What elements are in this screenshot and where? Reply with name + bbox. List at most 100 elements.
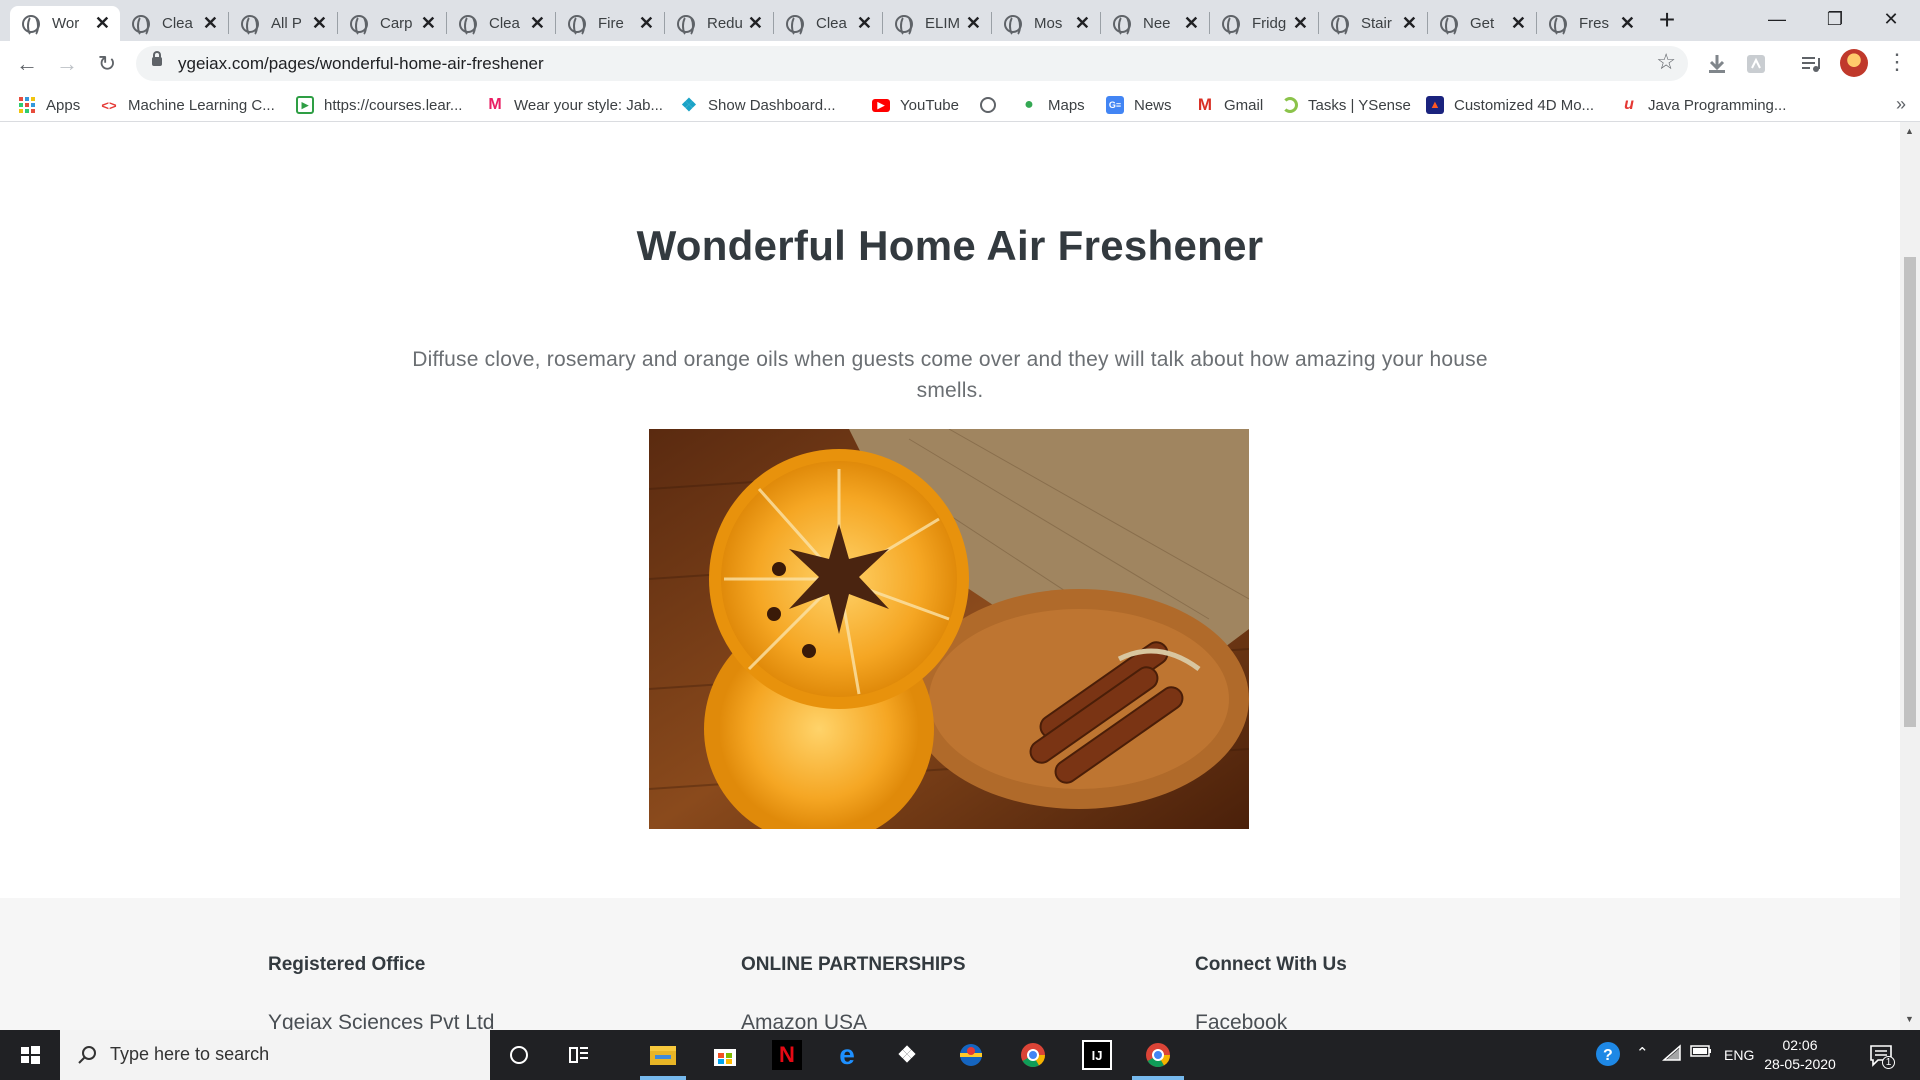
close-tab-icon[interactable]: ✕ bbox=[1511, 14, 1526, 32]
language-indicator[interactable]: ENG bbox=[1724, 1047, 1754, 1063]
close-tab-icon[interactable]: ✕ bbox=[966, 14, 981, 32]
tab-14[interactable]: Fres ✕ bbox=[1537, 6, 1645, 41]
tab-7[interactable]: Clea ✕ bbox=[774, 6, 882, 41]
intellij-icon[interactable]: IJ bbox=[1082, 1040, 1112, 1070]
app-icon[interactable] bbox=[956, 1040, 986, 1070]
clock-date: 28-05-2020 bbox=[1764, 1056, 1836, 1072]
close-tab-icon[interactable]: ✕ bbox=[857, 14, 872, 32]
bookmark-globe[interactable] bbox=[980, 95, 1006, 115]
profile-avatar[interactable] bbox=[1840, 49, 1868, 77]
bookmark-news[interactable]: G≡ News bbox=[1106, 95, 1172, 115]
page-scrollbar[interactable]: ▲ ▼ bbox=[1900, 122, 1920, 1030]
store-icon[interactable] bbox=[710, 1040, 740, 1070]
bookmark-label: Machine Learning C... bbox=[128, 96, 275, 114]
globe-icon bbox=[786, 14, 804, 37]
tab-label: Fire bbox=[598, 15, 624, 32]
tab-5[interactable]: Fire ✕ bbox=[556, 6, 664, 41]
footer-link-facebook[interactable]: Facebook bbox=[1195, 1011, 1287, 1030]
tab-8[interactable]: ELIM ✕ bbox=[883, 6, 991, 41]
close-tab-icon[interactable]: ✕ bbox=[1184, 14, 1199, 32]
youtube-icon: ▶ bbox=[872, 98, 890, 112]
extension-icon[interactable] bbox=[1745, 53, 1767, 75]
reload-button[interactable]: ↻ bbox=[92, 49, 122, 79]
close-tab-icon[interactable]: ✕ bbox=[95, 14, 110, 32]
browser-menu-icon[interactable]: ⋮ bbox=[1886, 47, 1908, 77]
bookmark-apps[interactable]: Apps bbox=[18, 95, 80, 115]
tab-12[interactable]: Stair ✕ bbox=[1319, 6, 1427, 41]
bookmark-java[interactable]: u Java Programming... bbox=[1620, 95, 1786, 115]
more-bookmarks-icon[interactable]: » bbox=[1896, 94, 1906, 115]
globe-icon bbox=[22, 14, 40, 37]
chrome-active-icon[interactable] bbox=[1143, 1040, 1173, 1070]
scroll-up-icon[interactable]: ▲ bbox=[1905, 126, 1914, 136]
news-icon: G≡ bbox=[1106, 96, 1124, 114]
page-title: Wonderful Home Air Freshener bbox=[636, 222, 1264, 269]
edge-icon[interactable]: e bbox=[832, 1039, 862, 1070]
tab-2[interactable]: All P ✕ bbox=[229, 6, 337, 41]
tab-10[interactable]: Nee ✕ bbox=[1101, 6, 1209, 41]
scroll-down-icon[interactable]: ▼ bbox=[1905, 1014, 1914, 1024]
new-tab-button[interactable]: + bbox=[1651, 6, 1683, 36]
bookmark-star-icon[interactable]: ☆ bbox=[1656, 49, 1676, 75]
close-tab-icon[interactable]: ✕ bbox=[421, 14, 436, 32]
cortana-icon[interactable] bbox=[504, 1040, 534, 1070]
help-tray-icon[interactable]: ? bbox=[1594, 1040, 1622, 1072]
back-button[interactable]: ← bbox=[12, 49, 42, 79]
tab-3[interactable]: Carp ✕ bbox=[338, 6, 446, 41]
dropbox-icon[interactable]: ❖ bbox=[892, 1040, 922, 1070]
taskbar-clock[interactable]: 02:06 28-05-2020 bbox=[1762, 1036, 1838, 1074]
bookmark-machine-learning[interactable]: <> Machine Learning C... bbox=[100, 95, 275, 115]
close-tab-icon[interactable]: ✕ bbox=[530, 14, 545, 32]
bookmark-label: Maps bbox=[1048, 96, 1085, 114]
bookmark-label: Apps bbox=[46, 96, 81, 114]
bookmark-youtube[interactable]: ▶ YouTube bbox=[872, 95, 959, 115]
bookmark-gmail[interactable]: M Gmail bbox=[1196, 95, 1263, 115]
tab-0[interactable]: Wor ✕ bbox=[10, 6, 120, 41]
minimize-button[interactable]: — bbox=[1748, 0, 1806, 40]
task-view-icon[interactable] bbox=[564, 1040, 594, 1070]
close-tab-icon[interactable]: ✕ bbox=[1620, 14, 1635, 32]
close-tab-icon[interactable]: ✕ bbox=[639, 14, 654, 32]
dashboard-icon: ❖ bbox=[680, 94, 698, 115]
bookmark-courses[interactable]: ▸ https://courses.lear... bbox=[296, 95, 462, 115]
close-window-button[interactable]: ✕ bbox=[1862, 0, 1920, 40]
close-tab-icon[interactable]: ✕ bbox=[1402, 14, 1417, 32]
tab-1[interactable]: Clea ✕ bbox=[120, 6, 228, 41]
photo-illustration bbox=[649, 429, 1249, 829]
tab-13[interactable]: Get ✕ bbox=[1428, 6, 1536, 41]
forward-button[interactable]: → bbox=[52, 49, 82, 79]
clock-time: 02:06 bbox=[1782, 1037, 1818, 1053]
close-tab-icon[interactable]: ✕ bbox=[203, 14, 218, 32]
tab-11[interactable]: Fridg ✕ bbox=[1210, 6, 1318, 41]
bookmark-maps[interactable]: ● Maps bbox=[1020, 95, 1085, 115]
bookmark-myntra[interactable]: M Wear your style: Jab... bbox=[486, 95, 663, 115]
bookmark-ysense[interactable]: Tasks | YSense bbox=[1282, 95, 1411, 115]
tab-9[interactable]: Mos ✕ bbox=[992, 6, 1100, 41]
chrome-icon[interactable] bbox=[1018, 1040, 1048, 1070]
address-bar[interactable]: ygeiax.com/pages/wonderful-home-air-fres… bbox=[136, 46, 1688, 81]
notification-center-icon[interactable]: 1 bbox=[1868, 1042, 1895, 1072]
netflix-icon[interactable]: N bbox=[772, 1040, 802, 1070]
scroll-thumb[interactable] bbox=[1904, 257, 1916, 727]
wifi-icon[interactable] bbox=[1662, 1044, 1682, 1066]
tab-4[interactable]: Clea ✕ bbox=[447, 6, 555, 41]
show-hidden-icons[interactable]: ⌃ bbox=[1636, 1044, 1649, 1062]
footer-link-amazon-usa[interactable]: Amazon USA bbox=[741, 1011, 867, 1030]
bookmark-4d-models[interactable]: ▲ Customized 4D Mo... bbox=[1426, 95, 1594, 115]
file-explorer-icon[interactable] bbox=[648, 1040, 678, 1070]
taskbar-search-box[interactable]: Type here to search bbox=[60, 1030, 490, 1080]
tab-6[interactable]: Redu ✕ bbox=[665, 6, 773, 41]
download-extension-icon[interactable] bbox=[1706, 53, 1728, 75]
url-text[interactable]: ygeiax.com/pages/wonderful-home-air-fres… bbox=[178, 54, 544, 74]
bookmark-dashboard[interactable]: ❖ Show Dashboard... bbox=[680, 95, 836, 115]
windows-start-icon[interactable] bbox=[0, 1030, 60, 1080]
battery-icon[interactable] bbox=[1690, 1044, 1712, 1062]
close-tab-icon[interactable]: ✕ bbox=[748, 14, 763, 32]
restore-button[interactable]: ❐ bbox=[1806, 0, 1864, 40]
close-tab-icon[interactable]: ✕ bbox=[312, 14, 327, 32]
bookmark-label: Gmail bbox=[1224, 96, 1264, 114]
media-control-icon[interactable] bbox=[1800, 53, 1822, 75]
close-tab-icon[interactable]: ✕ bbox=[1293, 14, 1308, 32]
footer-company-name: Ygeiax Sciences Pvt Ltd bbox=[268, 1011, 495, 1030]
close-tab-icon[interactable]: ✕ bbox=[1075, 14, 1090, 32]
